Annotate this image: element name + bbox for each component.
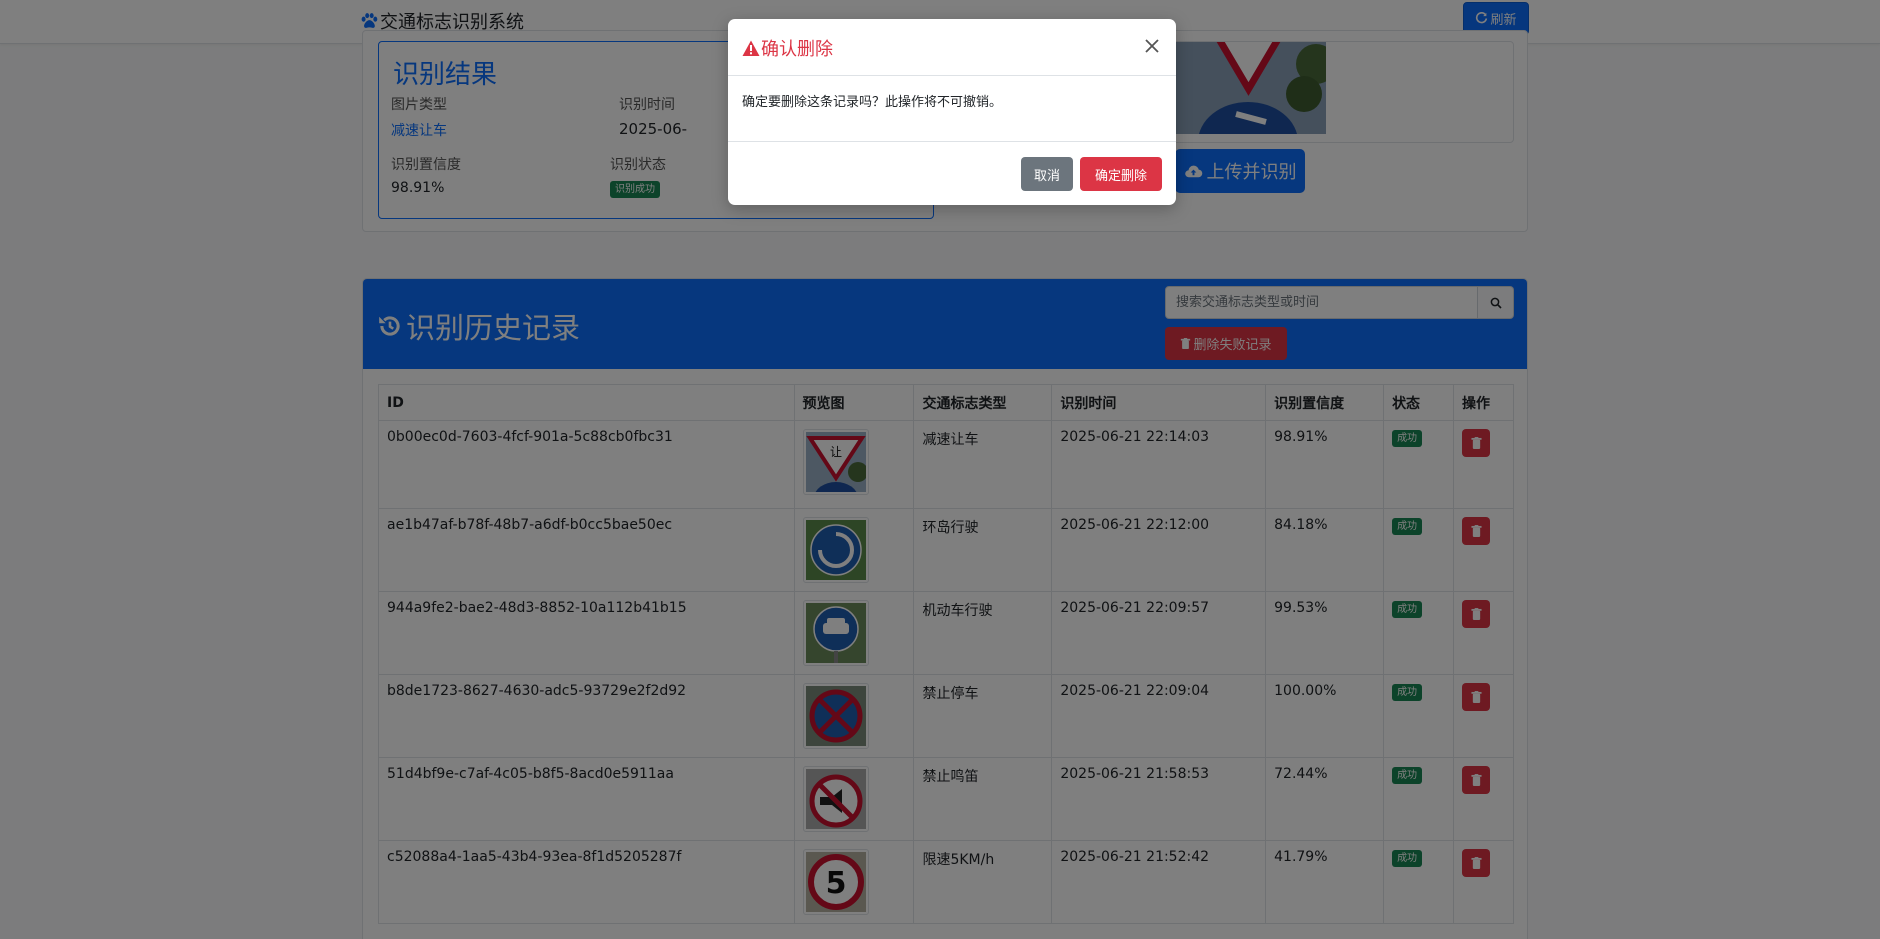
warning-icon — [742, 40, 760, 56]
cancel-button[interactable]: 取消 — [1021, 157, 1073, 191]
modal-footer: 取消 确定删除 — [728, 141, 1176, 205]
close-icon[interactable] — [1143, 37, 1161, 55]
modal-title: 确认删除 — [742, 35, 833, 61]
confirm-delete-modal: 确认删除 确定要删除这条记录吗？此操作将不可撤销。 取消 确定删除 — [728, 19, 1176, 205]
modal-header: 确认删除 — [728, 19, 1176, 76]
confirm-delete-button[interactable]: 确定删除 — [1080, 157, 1162, 191]
modal-title-text: 确认删除 — [761, 39, 833, 60]
modal-body-text: 确定要删除这条记录吗？此操作将不可撤销。 — [742, 95, 1003, 110]
